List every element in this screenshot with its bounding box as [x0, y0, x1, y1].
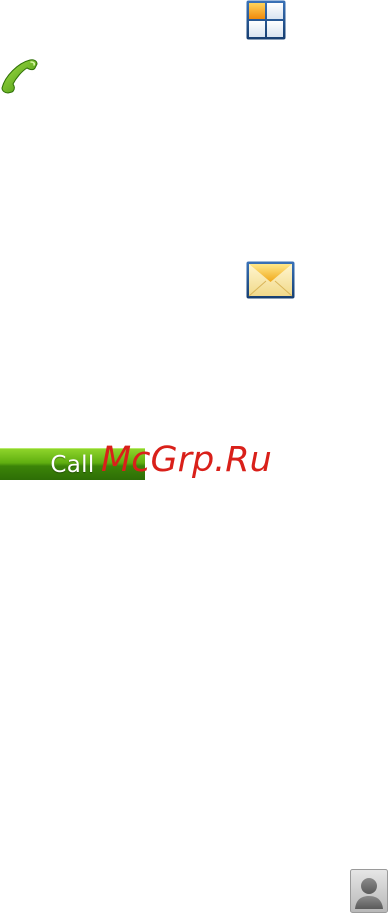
call-button-label: Call — [50, 451, 95, 478]
envelope-icon[interactable] — [246, 261, 295, 299]
phone-icon[interactable] — [0, 58, 40, 94]
call-button[interactable]: Call — [0, 448, 145, 480]
screen: Call McGrp.Ru — [0, 0, 388, 913]
contact-avatar-icon[interactable] — [350, 869, 388, 913]
apps-grid-icon[interactable] — [246, 0, 286, 40]
